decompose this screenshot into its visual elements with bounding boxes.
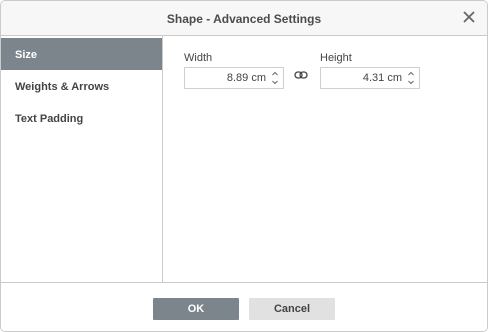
chevron-up-icon[interactable] <box>405 69 417 78</box>
chevron-down-icon[interactable] <box>269 78 281 87</box>
settings-sidebar: Size Weights & Arrows Text Padding <box>1 36 163 282</box>
dialog-titlebar: Shape - Advanced Settings <box>1 1 487 36</box>
sidebar-item-text-padding[interactable]: Text Padding <box>1 102 162 134</box>
width-value: 8.89 cm <box>226 72 266 84</box>
close-icon[interactable] <box>459 7 479 27</box>
sidebar-item-label: Weights & Arrows <box>15 81 110 93</box>
chevron-down-icon[interactable] <box>405 78 417 87</box>
advanced-settings-dialog: Shape - Advanced Settings Size Weights &… <box>0 0 488 332</box>
chevron-up-icon[interactable] <box>269 69 281 78</box>
width-label: Width <box>184 52 213 64</box>
sidebar-item-weights-arrows[interactable]: Weights & Arrows <box>1 70 162 102</box>
dialog-title: Shape - Advanced Settings <box>166 12 322 26</box>
width-field[interactable]: 8.89 cm <box>184 67 284 89</box>
ok-button[interactable]: OK <box>153 298 239 320</box>
height-label: Height <box>320 52 352 64</box>
size-panel: Width 8.89 cm Height 4.31 cm <box>163 36 487 282</box>
sidebar-item-label: Text Padding <box>15 113 84 125</box>
width-spinner <box>269 69 281 87</box>
dialog-footer: OK Cancel <box>1 282 487 331</box>
sidebar-item-size[interactable]: Size <box>1 38 162 70</box>
height-spinner <box>405 69 417 87</box>
sidebar-item-label: Size <box>15 49 38 61</box>
link-icon[interactable] <box>294 70 308 80</box>
cancel-button[interactable]: Cancel <box>249 298 335 320</box>
height-field[interactable]: 4.31 cm <box>320 67 420 89</box>
height-value: 4.31 cm <box>362 72 402 84</box>
